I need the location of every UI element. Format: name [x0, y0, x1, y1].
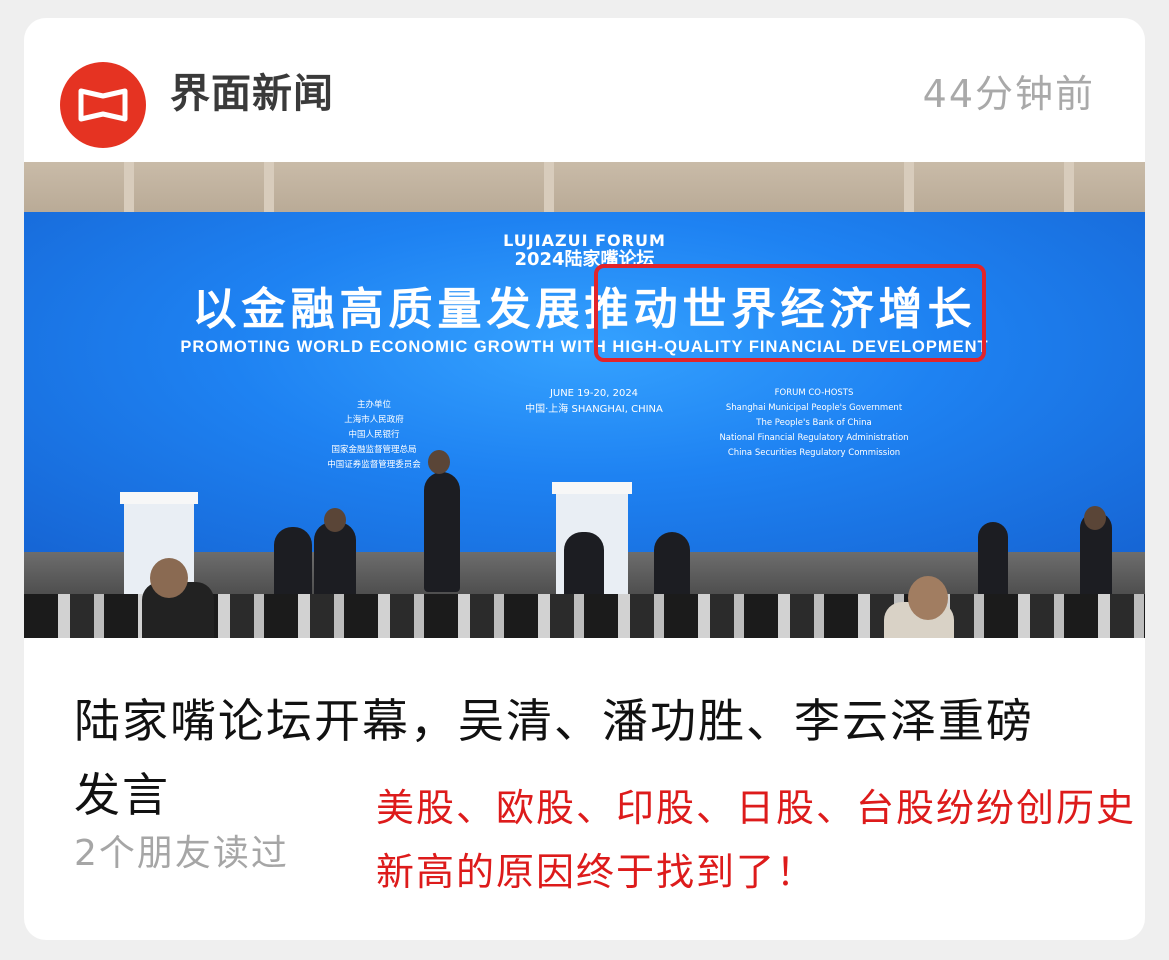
red-annotation-text: 美股、欧股、印股、日股、台股纷纷创历史新高的原因终于找到了！ — [376, 786, 1137, 894]
highlight-box — [594, 264, 986, 362]
person-head — [324, 508, 346, 532]
timestamp: 44分钟前 — [922, 72, 1095, 116]
host-line: China Securities Regulatory Commission — [727, 448, 901, 458]
person-figure — [978, 522, 1008, 602]
date-location: JUNE 19-20, 2024 中国·上海 SHANGHAI, CHINA — [494, 386, 694, 418]
host-line: Shanghai Municipal People's Government — [725, 403, 903, 413]
date-line: JUNE 19-20, 2024 — [549, 388, 639, 399]
hosts-left-list: 主办单位 上海市人民政府 中国人民银行 国家金融监督管理总局 中国证券监督管理委… — [304, 398, 444, 473]
article-photo[interactable]: LUJIAZUI FORUM 2024陆家嘴论坛 以金融高质量发展推动世界经济增… — [24, 162, 1145, 638]
hosts-right-list: FORUM CO-HOSTS Shanghai Municipal People… — [714, 386, 914, 461]
host-line: 中国证券监督管理委员会 — [327, 460, 421, 470]
publisher-name[interactable]: 界面新闻 — [170, 66, 334, 122]
person-head — [908, 576, 948, 620]
host-line: The People's Bank of China — [756, 418, 872, 428]
card-header: 界面新闻 44分钟前 — [24, 18, 1145, 162]
location-line: 中国·上海 SHANGHAI, CHINA — [525, 404, 663, 415]
host-line: 上海市人民政府 — [344, 415, 404, 425]
news-card[interactable]: 界面新闻 44分钟前 LUJIAZUI FORUM 2024陆家嘴论坛 以金融高… — [24, 18, 1145, 940]
person-head — [1084, 506, 1106, 530]
host-line: 中国人民银行 — [348, 430, 400, 440]
person-figure — [424, 472, 460, 592]
host-line: National Financial Regulatory Administra… — [719, 433, 909, 443]
friends-read-count: 2个朋友读过 — [74, 833, 289, 874]
person-head — [150, 558, 188, 598]
host-line: 国家金融监督管理总局 — [331, 445, 417, 455]
host-line: FORUM CO-HOSTS — [774, 388, 854, 398]
publisher-logo-icon[interactable] — [60, 62, 146, 148]
forum-logo-en: LUJIAZUI FORUM — [503, 231, 666, 250]
host-line: 主办单位 — [356, 400, 391, 410]
person-head — [428, 450, 450, 474]
